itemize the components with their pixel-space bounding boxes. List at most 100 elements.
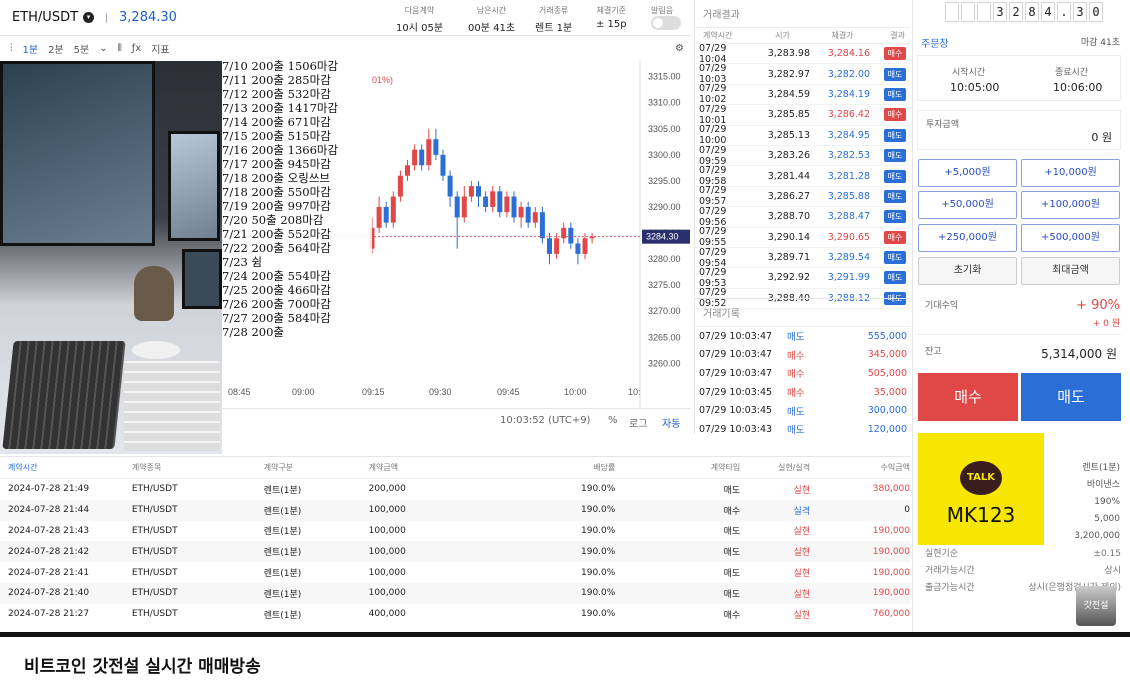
sell-button[interactable]: 매도 [1021,373,1121,421]
chart-type-icon[interactable]: ⫶ [10,43,13,54]
candle-body [568,227,574,244]
indicator-icon[interactable]: ƒx [132,43,141,54]
candle-body [511,196,517,218]
result-close: 3,284.95 [827,129,870,141]
note-line: 7/20 50출 208마감 [222,213,324,227]
x-tick-label: 08:45 [228,387,251,397]
record-side: 매수 [787,388,805,400]
record-amount: 505,000 [867,367,907,379]
record-time: 07/29 10:03:45 [699,386,773,398]
history-cell: 매도 [723,485,741,496]
trade-result-row: 07/29 10:01 3,285.85 3,286.42 매수 [695,104,910,126]
record-side: 매도 [787,425,805,437]
record-time: 07/29 10:03:47 [699,367,773,379]
history-cell: 100,000 [368,567,406,578]
trade-type-stat: 거래종류 렌트 1분 [535,6,573,34]
result-close: 3,285.88 [827,190,870,202]
add-100000-button[interactable]: +100,000원 [1021,191,1120,219]
candle-body [547,238,552,254]
symbol-dropdown-icon[interactable]: ▾ [83,12,95,23]
history-cell: 매도 [723,527,741,538]
record-time: 07/29 10:03:47 [699,349,773,361]
trade-result-row: 07/29 09:58 3,281.44 3,281.28 매도 [695,165,910,187]
auto-toggle[interactable]: 자동 [662,415,680,430]
add-10000-button[interactable]: +10,000원 [1021,159,1120,187]
candle-body [582,238,588,254]
result-close: 3,281.28 [827,170,870,182]
candle-style-icon[interactable]: ⫴ [118,43,122,54]
result-badge: 매도 [884,128,906,142]
result-badge-wrap: 매도 [870,169,906,183]
history-cell: 190.0% [581,546,616,557]
note-line: 7/19 200출 997마감 [222,199,331,213]
history-cell: 매도 [723,589,741,600]
result-open: 3,285.85 [767,109,810,121]
history-row: 2024-07-28 21:40 ETH/USDT 렌트(1분) 100,000 190… [0,582,910,604]
y-tick-label: 3300.00 [648,150,681,160]
trade-record-row: 07/29 10:03:45 매도 300,000 [695,401,910,420]
note-line: 7/21 200출 552마감 [222,227,331,241]
history-cell: 2024-07-28 21:44 [8,505,90,516]
result-time: 07/29 09:55 [699,226,727,249]
indicator-label[interactable]: 지표 [151,41,169,56]
result-open: 3,290.14 [767,231,810,243]
result-time: 07/29 10:03 [699,63,727,86]
kakao-talk-icon: TALK [960,461,1002,495]
add-250000-button[interactable]: +250,000원 [918,224,1017,252]
history-cell: 매수 [723,506,741,517]
kakao-contact-banner: TALK MK123 [918,433,1044,545]
ticker-digit: 3 [1073,2,1087,22]
history-cell: 2024-07-28 21:27 [8,609,90,620]
trade-result-row: 07/29 10:02 3,284.59 3,284.19 매도 [695,83,910,105]
ticker-digit: 4 [1041,2,1055,22]
add-5000-button[interactable]: +5,000원 [918,159,1017,187]
trade-history-table: 계약시간 계약종목 계약구분 계약금액 배당률 계약타입 실현/실격 수익금액 … [0,456,910,632]
candle-body [554,238,560,254]
gear-icon[interactable]: ⚙ [675,43,684,54]
history-cell: 2024-07-28 21:41 [8,567,90,578]
log-toggle[interactable]: 로그 [629,415,647,430]
candle-body [383,206,389,223]
reset-button[interactable]: 초기화 [918,257,1017,285]
alert-sound-toggle[interactable] [651,16,681,30]
trade-results-title: 거래결과 [695,0,910,28]
result-open: 3,283.98 [767,48,810,60]
result-badge: 매수 [884,230,906,244]
candle-body [476,186,481,197]
result-badge-wrap: 매도 [870,210,906,224]
ticker-digit: 8 [1025,2,1039,22]
result-badge-wrap: 매도 [870,67,906,81]
symbol-label[interactable]: ETH/USDT [12,10,78,25]
add-500000-button[interactable]: +500,000원 [1021,224,1120,252]
add-50000-button[interactable]: +50,000원 [918,191,1017,219]
history-cell: 매수 [723,610,741,621]
result-open: 3,285.13 [767,129,810,141]
note-line: 7/16 200출 1366마감 [222,143,339,157]
record-side: 매도 [787,406,805,418]
trade-record-row: 07/29 10:03:45 매수 35,000 [695,383,910,402]
trade-result-row: 07/29 10:00 3,285.13 3,284.95 매도 [695,124,910,146]
video-bottom-bar [0,632,1130,637]
result-badge: 매수 [884,47,906,61]
chevron-down-icon[interactable]: ⌄ [99,43,107,54]
buy-button[interactable]: 매수 [918,373,1018,421]
current-price: 3,284.30 [119,10,177,25]
history-cell: 0 [904,505,910,516]
interval-5m[interactable]: 5분 [74,41,90,56]
percent-toggle[interactable]: % [608,415,618,426]
stream-caption: 비트코인 갓전설 실시간 매매방송 [24,657,261,677]
x-tick-label: 10: [628,387,641,397]
candle-body [433,139,439,155]
note-line: 7/15 200출 515마감 [222,129,331,143]
invest-input[interactable]: 투자금액 0 원 [917,110,1121,150]
trade-record-panel: 거래기록 07/29 10:03:47 매도 555,000 07/29 10:03:… [694,298,910,437]
ticker-digit: . [1057,2,1071,22]
candle-body [461,196,467,218]
interval-1m[interactable]: 1분 [23,41,39,56]
monitor-right [168,131,220,241]
result-time: 07/29 09:57 [699,185,727,208]
interval-2m[interactable]: 2분 [48,41,64,56]
trade-result-row: 07/29 09:56 3,288.70 3,288.47 매도 [695,206,910,228]
max-amount-button[interactable]: 최대금액 [1021,257,1120,285]
trade-result-row: 07/29 09:57 3,286.27 3,285.88 매도 [695,185,910,208]
